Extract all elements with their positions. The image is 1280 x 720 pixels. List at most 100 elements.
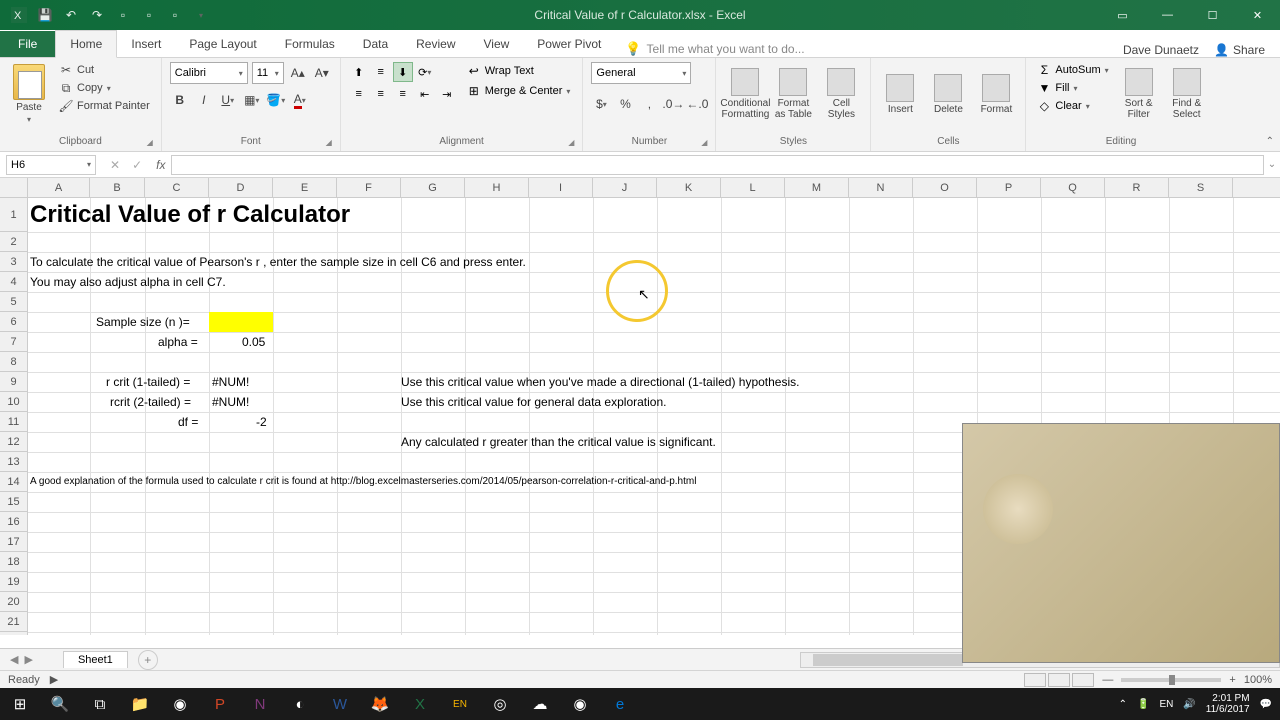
font-size-select[interactable]: 11▾: [252, 62, 284, 84]
merge-center-button[interactable]: ⊞Merge & Center▾: [463, 82, 575, 100]
increase-indent-button[interactable]: ⇥: [437, 84, 457, 104]
bold-button[interactable]: B: [170, 90, 190, 110]
page-layout-view-button[interactable]: [1048, 673, 1070, 687]
tab-data[interactable]: Data: [349, 31, 402, 57]
powerpoint-icon[interactable]: P: [200, 688, 240, 720]
copy-button[interactable]: ⧉Copy▾: [56, 80, 153, 96]
column-header[interactable]: L: [721, 178, 785, 197]
tab-file[interactable]: File: [0, 31, 55, 57]
tray-chevron-icon[interactable]: ⌃: [1119, 699, 1127, 710]
qat-customize-icon[interactable]: ▾: [192, 6, 210, 24]
row-header[interactable]: 6: [0, 312, 27, 332]
enter-formula-icon[interactable]: ✓: [132, 158, 142, 172]
word-icon[interactable]: W: [320, 688, 360, 720]
user-name[interactable]: Dave Dunaetz: [1123, 43, 1199, 57]
page-break-view-button[interactable]: [1072, 673, 1094, 687]
align-center-button[interactable]: ≡: [371, 84, 391, 104]
column-header[interactable]: S: [1169, 178, 1233, 197]
paste-button[interactable]: Paste ▾: [8, 62, 50, 126]
undo-icon[interactable]: ↶: [62, 6, 80, 24]
zoom-slider[interactable]: [1121, 678, 1221, 682]
decrease-indent-button[interactable]: ⇤: [415, 84, 435, 104]
row-header[interactable]: 17: [0, 532, 27, 552]
task-view-icon[interactable]: ⧉: [80, 688, 120, 720]
tab-home[interactable]: Home: [55, 30, 117, 58]
sample-size-cell[interactable]: [209, 312, 273, 332]
close-button[interactable]: ✕: [1235, 0, 1280, 30]
cancel-formula-icon[interactable]: ✕: [110, 158, 120, 172]
launcher-icon[interactable]: ◢: [568, 138, 574, 147]
decrease-decimal-button[interactable]: ←.0: [687, 94, 707, 114]
comma-button[interactable]: ,: [639, 94, 659, 114]
sheet-nav-next-icon[interactable]: ▶: [24, 653, 32, 666]
select-all-corner[interactable]: [0, 178, 28, 197]
column-header[interactable]: G: [401, 178, 465, 197]
column-header[interactable]: Q: [1041, 178, 1105, 197]
column-header[interactable]: D: [209, 178, 273, 197]
tab-power-pivot[interactable]: Power Pivot: [523, 31, 615, 57]
search-icon[interactable]: 🔍: [40, 688, 80, 720]
row-header[interactable]: 3: [0, 252, 27, 272]
autosum-button[interactable]: ΣAutoSum▾: [1034, 62, 1111, 78]
column-header[interactable]: O: [913, 178, 977, 197]
column-header[interactable]: J: [593, 178, 657, 197]
align-middle-button[interactable]: ≡: [371, 62, 391, 82]
collapse-ribbon-icon[interactable]: ⌃: [1266, 136, 1274, 147]
file-explorer-icon[interactable]: 📁: [120, 688, 160, 720]
align-bottom-button[interactable]: ⬇: [393, 62, 413, 82]
column-header[interactable]: R: [1105, 178, 1169, 197]
sheet-nav-prev-icon[interactable]: ◀: [10, 653, 18, 666]
tray-lang[interactable]: EN: [1159, 699, 1173, 710]
row-header[interactable]: 5: [0, 292, 27, 312]
align-left-button[interactable]: ≡: [349, 84, 369, 104]
app-icon[interactable]: ◐: [280, 688, 320, 720]
tray-icon[interactable]: 🔊: [1183, 699, 1195, 710]
maximize-button[interactable]: ☐: [1190, 0, 1235, 30]
tab-formulas[interactable]: Formulas: [271, 31, 349, 57]
launcher-icon[interactable]: ◢: [326, 138, 332, 147]
cell-styles-button[interactable]: Cell Styles: [820, 62, 862, 126]
row-header[interactable]: 16: [0, 512, 27, 532]
firefox-icon[interactable]: 🦊: [360, 688, 400, 720]
insert-cells-button[interactable]: Insert: [879, 62, 921, 126]
app-icon[interactable]: ◎: [480, 688, 520, 720]
qat-icon[interactable]: ▫: [166, 6, 184, 24]
border-button[interactable]: ▦▾: [242, 90, 262, 110]
minimize-button[interactable]: —: [1145, 0, 1190, 30]
cut-button[interactable]: ✂Cut: [56, 62, 153, 78]
row-header[interactable]: 12: [0, 432, 27, 452]
column-header[interactable]: I: [529, 178, 593, 197]
onenote-icon[interactable]: N: [240, 688, 280, 720]
column-header[interactable]: P: [977, 178, 1041, 197]
row-header[interactable]: 1: [0, 198, 27, 232]
percent-button[interactable]: %: [615, 94, 635, 114]
underline-button[interactable]: U▾: [218, 90, 238, 110]
column-header[interactable]: A: [28, 178, 90, 197]
zoom-in-button[interactable]: +: [1229, 674, 1235, 686]
column-header[interactable]: M: [785, 178, 849, 197]
app-icon[interactable]: ☁: [520, 688, 560, 720]
row-header[interactable]: 11: [0, 412, 27, 432]
delete-cells-button[interactable]: Delete: [927, 62, 969, 126]
redo-icon[interactable]: ↷: [88, 6, 106, 24]
wrap-text-button[interactable]: ↩Wrap Text: [463, 62, 575, 80]
currency-button[interactable]: $▾: [591, 94, 611, 114]
expand-formula-icon[interactable]: ⌄: [1264, 159, 1280, 170]
start-button[interactable]: ⊞: [0, 688, 40, 720]
qat-icon[interactable]: ▫: [140, 6, 158, 24]
row-header[interactable]: 20: [0, 592, 27, 612]
ribbon-options-icon[interactable]: ▭: [1100, 0, 1145, 30]
tab-page-layout[interactable]: Page Layout: [175, 31, 270, 57]
number-format-select[interactable]: General▾: [591, 62, 691, 84]
fill-button[interactable]: ▼Fill▾: [1034, 80, 1111, 96]
row-header[interactable]: 18: [0, 552, 27, 572]
share-button[interactable]: 👤Share: [1214, 43, 1265, 57]
conditional-formatting-button[interactable]: Conditional Formatting: [724, 62, 766, 126]
qat-icon[interactable]: ▫: [114, 6, 132, 24]
fx-icon[interactable]: fx: [156, 158, 165, 172]
row-header[interactable]: 19: [0, 572, 27, 592]
align-right-button[interactable]: ≡: [393, 84, 413, 104]
tab-view[interactable]: View: [470, 31, 524, 57]
increase-decimal-button[interactable]: .0→: [663, 94, 683, 114]
column-header[interactable]: C: [145, 178, 209, 197]
